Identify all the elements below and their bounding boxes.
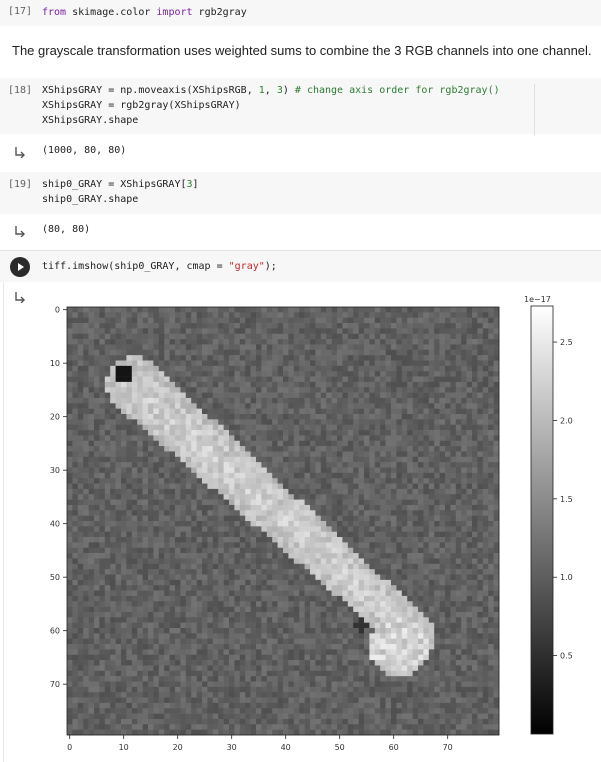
imshow-figure: 0 10 20 30 40 50 60 70 0 10 20 30 40 50 60 70 1e−17 2.… xyxy=(50,295,573,752)
markdown-cell[interactable]: The grayscale transformation uses weight… xyxy=(0,36,601,66)
code-cell-17[interactable]: [17] from skimage.color import rgb2gray xyxy=(0,0,601,26)
x-tick-label: 70 xyxy=(443,743,453,752)
code-token: import xyxy=(156,7,193,18)
x-tick-label: 0 xyxy=(67,743,72,752)
x-tick-label: 50 xyxy=(335,743,345,752)
markdown-text: The grayscale transformation uses weight… xyxy=(12,43,592,58)
y-tick-label: 50 xyxy=(50,573,60,582)
y-tick-label: 60 xyxy=(50,627,60,636)
y-tick-label: 20 xyxy=(50,413,60,422)
code-line: XShipsGRAY = rgb2gray(XShipsGRAY) xyxy=(42,98,500,113)
play-icon xyxy=(18,263,24,271)
code-line: XShipsGRAY.shape xyxy=(42,113,500,128)
code-token: from xyxy=(42,7,67,18)
colorbar-exponent: 1e−17 xyxy=(524,295,551,304)
code-token: tiff.imshow(ship0_GRAY, cmap = xyxy=(42,261,229,272)
execution-count: [18] xyxy=(8,85,33,96)
colorbar-tick-label: 0.5 xyxy=(560,652,573,661)
x-tick-label: 40 xyxy=(281,743,291,752)
x-axis: 0 10 20 30 40 50 60 70 xyxy=(67,735,453,752)
code-token: ) xyxy=(282,85,295,96)
code-editor[interactable]: tiff.imshow(ship0_GRAY, cmap = "gray"); xyxy=(42,259,277,274)
code-token: # change axis order for rgb2gray() xyxy=(294,85,500,96)
x-tick-label: 10 xyxy=(119,743,129,752)
output-arrow-icon xyxy=(15,292,25,303)
y-tick-label: 70 xyxy=(50,680,60,689)
editor-scrollbar[interactable] xyxy=(534,84,535,136)
execution-count: [17] xyxy=(8,6,33,17)
code-line: from skimage.color import rgb2gray xyxy=(42,5,247,20)
y-tick-label: 0 xyxy=(55,306,60,315)
code-editor[interactable]: from skimage.color import rgb2gray xyxy=(42,5,247,20)
output-arrow-icon xyxy=(15,226,25,237)
code-token: ship0_GRAY = XShipsGRAY[ xyxy=(42,179,187,190)
output-text: (1000, 80, 80) xyxy=(42,145,127,156)
colorbar-axis: 2.5 2.0 1.5 1.0 0.5 xyxy=(553,338,573,661)
code-line: ship0_GRAY.shape xyxy=(42,192,199,207)
code-token: ] xyxy=(192,179,199,190)
run-cell-button[interactable] xyxy=(10,257,30,277)
notebook: [17] from skimage.color import rgb2gray … xyxy=(0,0,601,762)
colorbar-tick-label: 1.0 xyxy=(560,573,573,582)
grayscale-ship-image xyxy=(67,307,500,736)
code-token: skimage.color xyxy=(66,7,157,18)
y-axis: 0 10 20 30 40 50 60 70 xyxy=(50,306,67,689)
code-token: rgb2gray xyxy=(192,7,247,18)
code-cell-active[interactable]: tiff.imshow(ship0_GRAY, cmap = "gray"); xyxy=(0,250,601,282)
output-text: (80, 80) xyxy=(42,224,91,235)
code-cell-18[interactable]: [18] XShipsGRAY = np.moveaxis(XShipsRGB,… xyxy=(0,78,601,134)
output-area-19: (80, 80) xyxy=(0,218,601,244)
code-editor[interactable]: XShipsGRAY = np.moveaxis(XShipsRGB, 1, 3… xyxy=(42,83,500,128)
code-line: XShipsGRAY = np.moveaxis(XShipsRGB, 1, 3… xyxy=(42,83,500,98)
code-token: XShipsGRAY = np.moveaxis(XShipsRGB, xyxy=(42,85,259,96)
code-token: XShipsGRAY = rgb2gray(XShipsGRAY) xyxy=(42,100,241,111)
output-arrow-icon xyxy=(15,147,25,158)
code-token: ); xyxy=(264,261,277,272)
left-active-border xyxy=(3,282,4,762)
x-tick-label: 60 xyxy=(389,743,399,752)
code-token: ship0_GRAY.shape xyxy=(42,194,139,205)
execution-count: [19] xyxy=(8,179,33,190)
code-token: , xyxy=(264,85,277,96)
code-cell-19[interactable]: [19] ship0_GRAY = XShipsGRAY[3] ship0_GRA… xyxy=(0,172,601,214)
code-token: "gray" xyxy=(228,261,265,272)
colorbar-tick-label: 2.0 xyxy=(560,416,573,425)
colorbar xyxy=(530,305,554,735)
y-tick-label: 10 xyxy=(50,359,60,368)
y-tick-label: 30 xyxy=(50,466,60,475)
output-area-18: (1000, 80, 80) xyxy=(0,138,601,164)
code-line: ship0_GRAY = XShipsGRAY[3] xyxy=(42,177,199,192)
code-editor[interactable]: ship0_GRAY = XShipsGRAY[3] ship0_GRAY.sha… xyxy=(42,177,199,207)
colorbar-tick-label: 1.5 xyxy=(560,495,573,504)
x-tick-label: 20 xyxy=(173,743,183,752)
code-token: XShipsGRAY.shape xyxy=(42,115,139,126)
x-tick-label: 30 xyxy=(227,743,237,752)
colorbar-tick-label: 2.5 xyxy=(560,338,573,347)
code-line: tiff.imshow(ship0_GRAY, cmap = "gray"); xyxy=(42,259,277,274)
y-tick-label: 40 xyxy=(50,520,60,529)
